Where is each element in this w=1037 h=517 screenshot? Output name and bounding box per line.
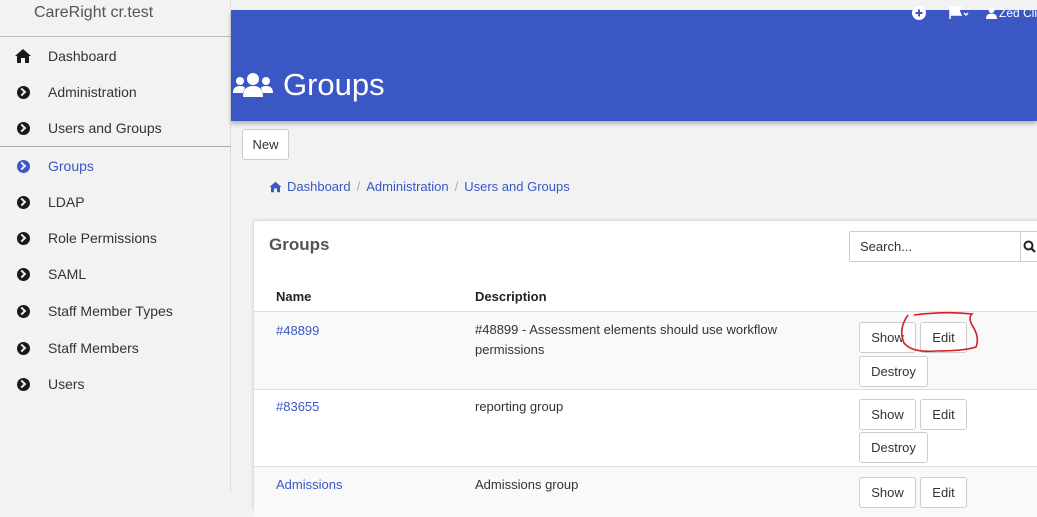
destroy-button[interactable]: Destroy [859, 356, 928, 387]
sidebar-divider [0, 146, 231, 147]
edit-button[interactable]: Edit [920, 322, 967, 353]
sidebar-item-label: Dashboard [48, 48, 117, 64]
breadcrumb-dashboard[interactable]: Dashboard [287, 179, 351, 194]
chevron-circle-right-icon [14, 302, 32, 320]
search-box [849, 231, 1037, 262]
group-name-link[interactable]: #83655 [276, 399, 319, 414]
destroy-button[interactable]: Destroy [859, 432, 928, 463]
group-description: reporting group [475, 399, 564, 414]
breadcrumb-users-and-groups[interactable]: Users and Groups [464, 179, 570, 194]
column-header-description[interactable]: Description [475, 289, 547, 304]
sidebar-item-label: Users and Groups [48, 120, 162, 136]
user-name: Zed Cli [998, 6, 1037, 20]
new-button[interactable]: New [242, 129, 289, 160]
chevron-circle-right-icon [14, 193, 32, 211]
sidebar-item-users-and-groups[interactable]: Users and Groups [0, 111, 231, 145]
sidebar-item-staff-member-types[interactable]: Staff Member Types [0, 294, 231, 328]
breadcrumb-administration[interactable]: Administration [366, 179, 448, 194]
chevron-circle-right-icon [14, 265, 32, 283]
brand-title[interactable]: CareRight cr.test [0, 0, 231, 37]
table-row: #48899 #48899 - Assessment elements shou… [254, 311, 1037, 390]
sidebar: CareRight cr.test Dashboard Administrati… [0, 0, 231, 493]
sidebar-item-label: Staff Member Types [48, 303, 173, 319]
home-icon [269, 181, 282, 192]
user-menu[interactable]: Zed Cli [985, 6, 1037, 20]
sidebar-item-administration[interactable]: Administration [0, 75, 231, 109]
search-input[interactable] [850, 232, 1020, 261]
search-icon [1023, 240, 1036, 253]
breadcrumb-separator: / [356, 179, 361, 194]
sidebar-item-label: LDAP [48, 194, 85, 210]
sidebar-item-staff-members[interactable]: Staff Members [0, 331, 231, 365]
page-title: Groups [231, 67, 385, 103]
sidebar-item-label: Staff Members [48, 340, 139, 356]
sidebar-item-label: Users [48, 376, 85, 392]
groups-card: Groups Name Description #48899 #48899 - … [254, 221, 1037, 517]
breadcrumb-separator: / [454, 179, 459, 194]
table-row: #83655 reporting group Show Edit Destroy [254, 389, 1037, 467]
sidebar-item-groups[interactable]: Groups [0, 149, 231, 183]
sidebar-item-saml[interactable]: SAML [0, 257, 231, 291]
sidebar-item-label: SAML [48, 266, 87, 282]
breadcrumb: Dashboard / Administration / Users and G… [268, 179, 570, 194]
group-name-link[interactable]: #48899 [276, 323, 319, 338]
sidebar-item-dashboard[interactable]: Dashboard [0, 39, 231, 73]
user-icon [985, 7, 997, 19]
chevron-circle-right-icon [14, 339, 32, 357]
chevron-circle-right-icon [14, 375, 32, 393]
sidebar-item-label: Role Permissions [48, 230, 157, 246]
flag-icon[interactable] [948, 6, 970, 20]
group-description: Admissions group [475, 477, 579, 492]
group-description: #48899 - Assessment elements should use … [475, 322, 778, 357]
column-header-name[interactable]: Name [276, 289, 311, 304]
users-icon [233, 73, 273, 97]
sidebar-item-label: Groups [48, 158, 94, 174]
chevron-circle-right-icon [14, 83, 32, 101]
home-icon [14, 47, 32, 65]
page-header: Zed Cli Groups [231, 6, 1037, 121]
chevron-circle-right-icon [14, 157, 32, 175]
show-button[interactable]: Show [859, 399, 916, 430]
sidebar-item-label: Administration [48, 84, 137, 100]
edit-button[interactable]: Edit [920, 399, 967, 430]
chevron-circle-right-icon [14, 229, 32, 247]
add-icon[interactable] [911, 6, 926, 20]
top-nav: Zed Cli [890, 2, 1037, 24]
group-name-link[interactable]: Admissions [276, 477, 342, 492]
chevron-circle-right-icon [14, 119, 32, 137]
table-row: Admissions Admissions group Show Edit [254, 466, 1037, 517]
show-button[interactable]: Show [859, 322, 916, 353]
sidebar-item-ldap[interactable]: LDAP [0, 185, 231, 219]
search-button[interactable] [1020, 232, 1037, 261]
page-title-text: Groups [283, 67, 385, 102]
card-title: Groups [269, 235, 330, 254]
sidebar-item-role-permissions[interactable]: Role Permissions [0, 221, 231, 255]
sidebar-item-users[interactable]: Users [0, 367, 231, 401]
